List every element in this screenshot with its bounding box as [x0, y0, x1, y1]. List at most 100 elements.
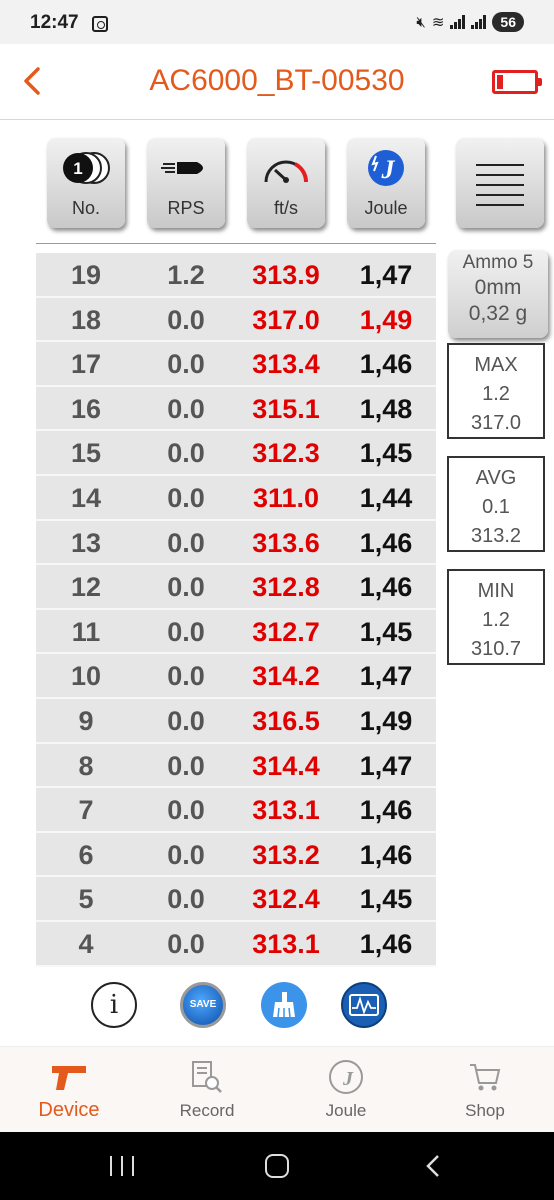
shot-rps: 0.0 [167, 616, 205, 647]
avg-rps: 0.1 [482, 496, 510, 518]
column-no-button[interactable]: 1 No. [47, 138, 125, 228]
shot-fps: 314.2 [252, 661, 320, 692]
shot-number: 15 [70, 438, 102, 469]
recent-apps-icon[interactable] [110, 1156, 134, 1176]
max-title: MAX [474, 354, 518, 376]
shot-table: 19 1.2 313.9 1,47 18 0.0 317.0 1,49 17 0.0 313.4 1,… [36, 253, 436, 967]
shot-number: 14 [70, 482, 102, 513]
ammo-button[interactable]: Ammo 5 0mm 0,32 g [448, 250, 548, 338]
joule-icon: J [347, 148, 425, 188]
column-rps-button[interactable]: RPS [147, 138, 225, 228]
max-rps: 1.2 [482, 383, 510, 405]
shot-joule: 1,49 [359, 304, 413, 335]
min-fps: 310.7 [470, 638, 522, 660]
shot-number: 18 [70, 304, 102, 335]
column-joule-label: Joule [364, 198, 408, 218]
shot-joule: 1,47 [359, 260, 413, 290]
svg-text:J: J [381, 155, 396, 184]
shot-fps: 313.2 [252, 839, 320, 870]
max-fps: 317.0 [470, 412, 522, 434]
table-row: 13 0.0 313.6 1,46 [36, 520, 436, 566]
nav-device[interactable]: Device [0, 1047, 138, 1133]
table-row: 7 0.0 313.1 1,46 [36, 788, 436, 833]
shot-fps: 313.6 [252, 527, 320, 558]
avg-stat-box: AVG 0.1 313.2 [447, 456, 545, 552]
record-search-icon [138, 1059, 276, 1095]
shot-rps: 0.0 [167, 839, 205, 870]
table-row: 11 0.0 312.7 1,45 [36, 609, 436, 655]
shot-fps: 312.7 [252, 616, 320, 647]
shot-number: 6 [78, 839, 94, 870]
table-row: 5 0.0 312.4 1,45 [36, 877, 436, 922]
bullet-icon [147, 148, 225, 188]
min-stat-box: MIN 1.2 310.7 [447, 569, 545, 665]
avg-title: AVG [475, 467, 517, 489]
nav-shop[interactable]: Shop [416, 1047, 554, 1133]
status-time: 12:47 [30, 12, 79, 33]
shot-joule: 1,46 [359, 795, 413, 826]
shot-rps: 0.0 [167, 527, 205, 558]
shot-rps: 0.0 [167, 795, 205, 826]
signal-icon-2 [471, 15, 487, 29]
shot-fps: 313.4 [252, 349, 320, 380]
system-back-icon[interactable] [425, 1154, 441, 1178]
min-title: MIN [477, 580, 515, 602]
shot-rps: 0.0 [167, 304, 205, 335]
nav-device-label: Device [38, 1099, 100, 1121]
min-rps: 1.2 [482, 609, 510, 631]
table-row: 16 0.0 315.1 1,48 [36, 386, 436, 432]
device-battery-icon [492, 70, 542, 94]
shot-joule: 1,46 [359, 527, 413, 558]
ammo-weight: 0,32 g [468, 302, 528, 325]
column-no-label: No. [71, 198, 100, 218]
column-fps-button[interactable]: ft/s [247, 138, 325, 228]
info-button[interactable]: i [91, 982, 137, 1028]
shot-number: 4 [78, 928, 94, 959]
table-row: 9 0.0 316.5 1,49 [36, 698, 436, 744]
joule-nav-icon: J [277, 1059, 415, 1095]
shot-number: 9 [78, 705, 94, 736]
home-icon[interactable] [265, 1154, 289, 1178]
shot-rps: 0.0 [167, 572, 205, 603]
shot-number: 19 [70, 260, 102, 290]
shot-joule: 1,46 [359, 928, 413, 959]
signal-icon [450, 15, 466, 29]
shot-fps: 312.4 [252, 884, 320, 915]
graph-button[interactable] [341, 982, 387, 1028]
table-row: 12 0.0 312.8 1,46 [36, 565, 436, 610]
save-button[interactable]: SAVE [180, 982, 226, 1028]
table-row: 15 0.0 312.3 1,45 [36, 431, 436, 476]
table-row: 6 0.0 313.2 1,46 [36, 832, 436, 878]
screen-record-icon [92, 16, 108, 32]
svg-text:1: 1 [73, 159, 82, 178]
ammo-name: Ammo 5 [462, 252, 534, 273]
shot-joule: 1,45 [359, 884, 413, 915]
shot-number: 10 [70, 661, 102, 692]
brush-icon [273, 992, 295, 1018]
shot-joule: 1,45 [359, 616, 413, 647]
shot-number: 8 [78, 750, 94, 781]
column-fps-label: ft/s [273, 198, 298, 218]
nav-joule-label: Joule [325, 1101, 367, 1120]
shot-number: 5 [78, 884, 94, 915]
nav-joule[interactable]: J Joule [277, 1047, 415, 1133]
shot-joule: 1,45 [359, 438, 413, 469]
ammo-caliber: 0mm [474, 276, 522, 299]
nav-record[interactable]: Record [138, 1047, 276, 1133]
shot-joule: 1,47 [359, 661, 413, 692]
shot-fps: 311.0 [252, 482, 320, 513]
shot-fps: 312.8 [252, 572, 320, 603]
pistol-icon [0, 1059, 138, 1095]
menu-button[interactable] [456, 138, 544, 228]
shot-rps: 0.0 [167, 438, 205, 469]
column-joule-button[interactable]: J Joule [347, 138, 425, 228]
mute-icon: 🔇︎ [416, 13, 426, 31]
shot-rps: 0.0 [167, 349, 205, 380]
menu-icon [476, 164, 524, 214]
shot-rps: 0.0 [167, 884, 205, 915]
shot-joule: 1,46 [359, 839, 413, 870]
status-icons: 🔇︎ ≋ 56 [416, 12, 524, 32]
clear-brush-button[interactable] [261, 982, 307, 1028]
shot-rps: 0.0 [167, 705, 205, 736]
shots-icon: 1 [47, 148, 125, 188]
